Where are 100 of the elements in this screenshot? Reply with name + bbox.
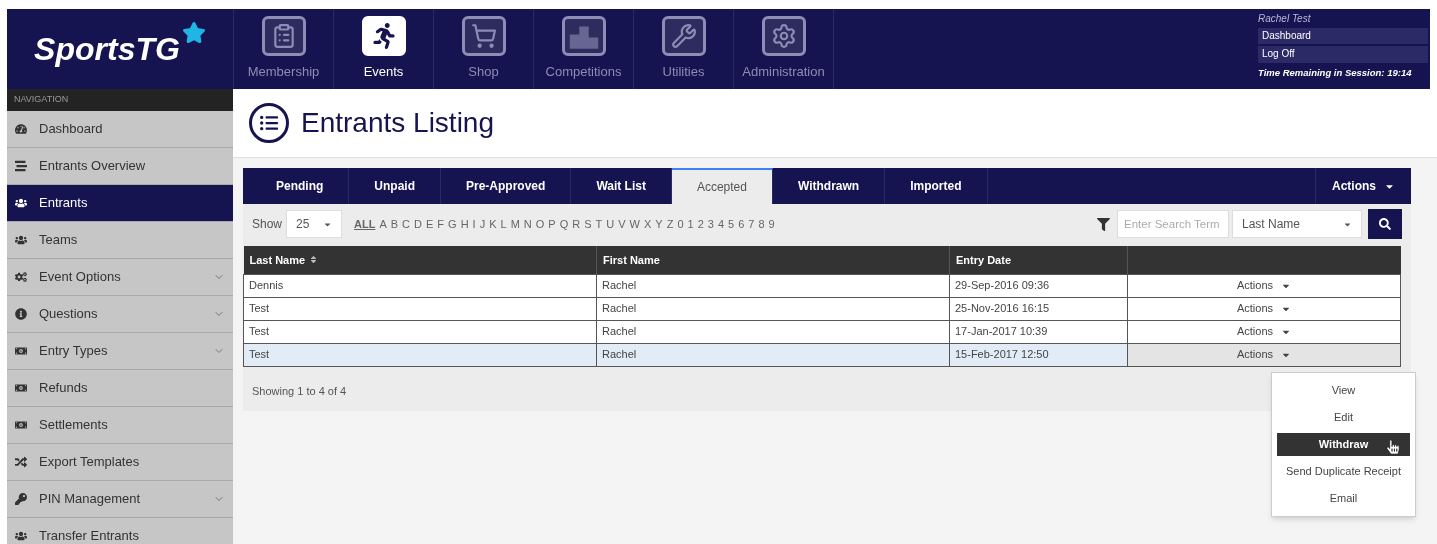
letter-filter-link[interactable]: 5 (728, 215, 735, 233)
letter-filter-link[interactable]: L (500, 215, 507, 233)
table-cell: Rachel (596, 297, 950, 320)
table-cell: Test (243, 320, 597, 343)
list-icon (15, 160, 27, 172)
letter-filter-link[interactable]: I (472, 215, 476, 233)
letter-filter-link[interactable]: 4 (717, 215, 724, 233)
table-cell: 29-Sep-2016 09:36 (949, 274, 1128, 297)
letter-filter-link[interactable]: A (379, 215, 387, 233)
menu-item[interactable]: Withdraw (1277, 433, 1410, 456)
letter-filter-link[interactable]: P (548, 215, 556, 233)
wrench-icon (670, 23, 697, 50)
table-cell: Test (243, 343, 597, 366)
letter-filter-link[interactable]: X (643, 215, 652, 233)
money-icon (15, 419, 27, 431)
search-icon (1379, 218, 1391, 230)
letter-filter-link[interactable]: H (460, 215, 469, 233)
letter-filter-link[interactable]: 8 (758, 215, 765, 233)
column-header[interactable]: First Name (596, 246, 950, 274)
letter-filter-link[interactable]: ALL (354, 215, 376, 233)
row-actions-button[interactable]: Actions (1236, 346, 1292, 363)
actions-menu-button[interactable]: Actions (1315, 168, 1411, 204)
users-icon (15, 530, 27, 542)
tab[interactable]: Pending (251, 168, 350, 204)
sidebar-item[interactable]: Entrants (7, 185, 233, 222)
letter-filter-link[interactable]: 6 (738, 215, 745, 233)
letter-filter-link[interactable]: W (629, 215, 640, 233)
top-nav-item[interactable]: Membership (233, 9, 333, 89)
tab[interactable]: Wait List (571, 168, 672, 204)
user-menu-link[interactable]: Dashboard (1258, 27, 1428, 44)
row-actions-button[interactable]: Actions (1236, 300, 1292, 317)
sidebar-item[interactable]: Questions (7, 296, 233, 333)
letter-filter-link[interactable]: B (390, 215, 399, 233)
table-row[interactable]: Test Rachel 15-Feb-2017 12:50 Actions (243, 343, 1401, 366)
table-cell: 25-Nov-2016 16:15 (949, 297, 1128, 320)
search-field[interactable]: Enter Search Term (1117, 210, 1229, 238)
row-actions-button[interactable]: Actions (1236, 323, 1292, 340)
letter-filter-link[interactable]: Q (559, 215, 569, 233)
tab[interactable]: Pre-Approved (441, 168, 572, 204)
letter-filter-link[interactable]: 7 (748, 215, 755, 233)
menu-item[interactable]: Email (1277, 487, 1410, 510)
user-menu-link[interactable]: Log Off (1258, 46, 1428, 63)
search-button[interactable] (1368, 209, 1402, 239)
row-actions-button[interactable]: Actions (1236, 277, 1292, 294)
top-nav-item[interactable]: Events (333, 9, 433, 89)
cart-icon (470, 23, 497, 50)
letter-filter-link[interactable]: O (535, 215, 545, 233)
table-row[interactable]: Test Rachel 17-Jan-2017 10:39 Actions (243, 320, 1401, 343)
users-icon (15, 234, 27, 246)
letter-filter-link[interactable]: 3 (707, 215, 714, 233)
letter-filter-link[interactable]: V (618, 215, 626, 233)
key-icon (15, 493, 27, 505)
letter-filter-link[interactable]: J (479, 215, 486, 233)
column-header[interactable]: Last Name (243, 246, 597, 274)
info-icon (15, 308, 27, 320)
sidebar-heading: NAVIGATION (14, 93, 69, 107)
tab[interactable]: Accepted (671, 168, 773, 204)
money-icon (15, 382, 27, 394)
table-row[interactable]: Dennis Rachel 29-Sep-2016 09:36 Actions (243, 274, 1401, 297)
table-cell: Dennis (243, 274, 597, 297)
letter-filter-link[interactable]: 2 (697, 215, 704, 233)
list-icon (249, 103, 289, 143)
menu-item[interactable]: View (1277, 379, 1410, 402)
letter-filter-link[interactable]: E (426, 215, 434, 233)
letter-filter-link[interactable]: R (572, 215, 581, 233)
logo[interactable]: SportsTG (34, 25, 206, 73)
letter-filter-link[interactable]: D (414, 215, 422, 233)
session-timer: Time Remaining in Session: 19:14 (1258, 66, 1413, 79)
top-nav-item[interactable]: Competitions (533, 9, 633, 89)
letter-filter-link[interactable]: K (489, 215, 497, 233)
letter-filter-link[interactable]: G (448, 215, 457, 233)
letter-filter-link[interactable]: Y (655, 215, 663, 233)
table-row[interactable]: Test Rachel 25-Nov-2016 16:15 Actions (243, 297, 1401, 320)
letter-filter-link[interactable]: M (510, 215, 520, 233)
column-header[interactable]: Entry Date (949, 246, 1128, 274)
show-label: Show (252, 216, 283, 233)
search-field-select[interactable]: Last Name (1232, 210, 1362, 238)
pointer-cursor-icon (1386, 440, 1400, 454)
table-cell: Rachel (596, 343, 950, 366)
top-nav-item[interactable]: Shop (433, 9, 533, 89)
menu-item[interactable]: Send Duplicate Receipt (1277, 460, 1410, 483)
top-nav-item[interactable]: Administration (733, 9, 833, 89)
gears-icon (15, 271, 27, 283)
tab[interactable]: Unpaid (349, 168, 441, 204)
letter-filter-link[interactable]: C (402, 215, 411, 233)
page-size-select[interactable]: 25 (286, 210, 343, 238)
table-footer-text: Showing 1 to 4 of 4 (252, 383, 347, 399)
tab[interactable]: Withdrawn (773, 168, 886, 204)
menu-item[interactable]: Edit (1277, 406, 1410, 429)
letter-filter-link[interactable]: F (437, 215, 445, 233)
letter-filter-link[interactable]: 0 (677, 215, 684, 233)
letter-filter-link[interactable]: S (584, 215, 592, 233)
top-nav-item[interactable]: Utilities (633, 9, 733, 89)
tab[interactable]: Imported (885, 168, 988, 204)
letter-filter-link[interactable]: 9 (768, 215, 775, 233)
letter-filter-link[interactable]: 1 (687, 215, 694, 233)
letter-filter-link[interactable]: U (606, 215, 615, 233)
letter-filter-link[interactable]: Z (666, 215, 674, 233)
letter-filter-link[interactable]: N (523, 215, 532, 233)
letter-filter-link[interactable]: T (595, 215, 603, 233)
